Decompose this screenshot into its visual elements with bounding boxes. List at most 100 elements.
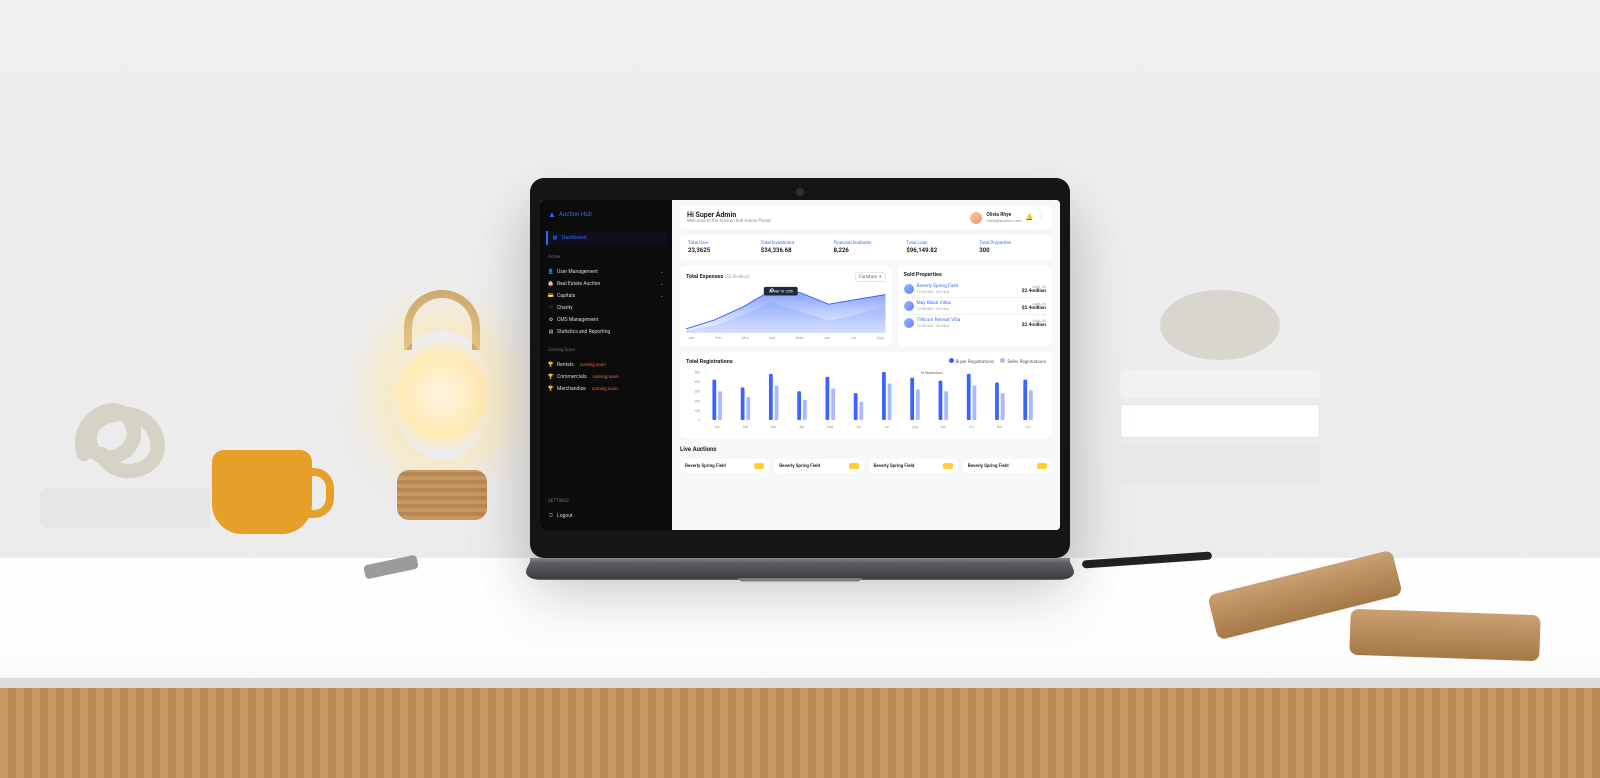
sidebar-item-real-estate-auction[interactable]: 🏠Real Estate Auction⌄ bbox=[546, 278, 666, 290]
expenses-chart: 08 Mar'16 1250 bbox=[686, 285, 886, 335]
bell-icon[interactable]: 🔔 bbox=[1026, 214, 1033, 221]
property-thumb bbox=[904, 301, 914, 311]
stat-total-properties: Total Properties300 bbox=[979, 241, 1044, 254]
user-icon: 👤 bbox=[548, 269, 554, 275]
coming-soon-tag: coming soon bbox=[592, 387, 618, 392]
heart-icon: ♡ bbox=[548, 305, 554, 311]
sidebar-item-label: User Management bbox=[557, 269, 598, 275]
sidebar-item-cms-management[interactable]: ⚙CMS Management bbox=[546, 314, 666, 326]
stat-label: Total Properties bbox=[979, 241, 1044, 246]
sidebar-item-label: Statistics and Reporting bbox=[557, 329, 610, 335]
chevron-down-icon: ⌄ bbox=[660, 269, 664, 275]
paper-tube bbox=[1349, 609, 1540, 662]
sidebar-item-label: Dashboard bbox=[562, 235, 586, 241]
stat-label: Total Loan bbox=[906, 241, 971, 246]
sidebar-item-label: Logout bbox=[557, 513, 573, 519]
property-meta: 12:00 AM • 20 mins bbox=[917, 323, 961, 328]
coming-soon-tag: coming soon bbox=[593, 375, 619, 380]
sold-property-row[interactable]: Beverly Spring Field12:00 AM • 20 minsAp… bbox=[904, 281, 1047, 298]
book-stack bbox=[1120, 370, 1320, 484]
sidebar-item-merchandise[interactable]: 🏆Merchandisecoming soon bbox=[546, 383, 666, 395]
auction-name: Beverly Spring Field bbox=[685, 464, 726, 469]
live-auction-card[interactable]: Beverly Spring Field bbox=[774, 459, 863, 473]
sidebar-section-coming: Coming Soon bbox=[546, 348, 666, 353]
live-auction-card[interactable]: Beverly Spring Field bbox=[963, 459, 1052, 473]
property-thumb bbox=[904, 284, 914, 294]
sold-property-row[interactable]: Tillicum Retreat Villa12:00 AM • 20 mins… bbox=[904, 315, 1047, 331]
grid-icon: ▦ bbox=[552, 235, 558, 241]
more-icon[interactable]: ⋮ bbox=[1037, 216, 1045, 220]
wallet-icon: 💳 bbox=[548, 293, 554, 299]
registrations-legend: Buyer Registrations Seller Registrations bbox=[949, 358, 1047, 365]
auction-name: Beverly Spring Field bbox=[874, 464, 915, 469]
brand-logo[interactable]: ▲ Auction Hub bbox=[546, 208, 666, 225]
sidebar-item-label: Capitals bbox=[557, 293, 575, 299]
sidebar-item-dashboard[interactable]: ▦ Dashboard bbox=[546, 231, 666, 245]
svg-text:100: 100 bbox=[695, 409, 701, 413]
trophy-icon: 🏆 bbox=[548, 374, 554, 380]
sidebar-item-statistics-and-reporting[interactable]: ▤Statistics and Reporting bbox=[546, 326, 666, 338]
property-thumb bbox=[904, 318, 914, 328]
main-content: Hi Super Admin Welcome to the Auction hu… bbox=[672, 200, 1060, 530]
sidebar-item-logout[interactable]: ⎋Logout bbox=[546, 510, 666, 522]
sidebar-item-label: Commercials bbox=[557, 374, 587, 380]
stat-value: 8,226 bbox=[834, 247, 899, 254]
user-email: olivia@auction.com bbox=[986, 218, 1021, 223]
brand-name: Auction Hub bbox=[559, 211, 592, 218]
chevron-down-icon: ▾ bbox=[879, 274, 882, 280]
dashboard-screen: ▲ Auction Hub ▦ Dashboard Active 👤User M… bbox=[540, 200, 1060, 530]
card-subtitle: ($2.4million) bbox=[725, 275, 750, 280]
sidebar-item-charity[interactable]: ♡Charity bbox=[546, 302, 666, 314]
laptop: ▲ Auction Hub ▦ Dashboard Active 👤User M… bbox=[530, 178, 1070, 592]
svg-text:200: 200 bbox=[695, 399, 701, 403]
sidebar-item-capitals[interactable]: 💳Capitals⌄ bbox=[546, 290, 666, 302]
sidebar-item-rentals[interactable]: 🏆Rentalscoming soon bbox=[546, 359, 666, 371]
svg-text:400: 400 bbox=[695, 380, 701, 384]
svg-text:Nov: Nov bbox=[997, 425, 1003, 429]
svg-text:Aug: Aug bbox=[912, 425, 918, 429]
sidebar-item-user-management[interactable]: 👤User Management ⌄ bbox=[546, 266, 666, 278]
live-auction-card[interactable]: Beverly Spring Field bbox=[869, 459, 958, 473]
sidebar-item-label: CMS Management bbox=[557, 317, 598, 323]
live-badge-icon bbox=[1037, 463, 1047, 469]
svg-text:Jun: Jun bbox=[856, 425, 862, 429]
stat-label: Financial Institutes bbox=[834, 241, 899, 246]
svg-text:Dec: Dec bbox=[1025, 425, 1031, 429]
stat-label: Total User bbox=[688, 241, 753, 246]
svg-text:500: 500 bbox=[695, 370, 701, 374]
sidebar-item-commercials[interactable]: 🏆Commercials coming soon bbox=[546, 371, 666, 383]
stats-row: Total User23,3625Total Investment$34,336… bbox=[680, 235, 1052, 260]
current-user[interactable]: Olivia Rhye olivia@auction.com 🔔 ⋮ bbox=[970, 212, 1045, 224]
bowl bbox=[1160, 290, 1280, 360]
svg-text:Feb: Feb bbox=[743, 425, 748, 429]
webcam-icon bbox=[796, 188, 804, 196]
chart-icon: ▤ bbox=[548, 329, 554, 335]
expenses-filter-dropdown[interactable]: Furniture ▾ bbox=[855, 272, 885, 282]
avatar bbox=[970, 212, 982, 224]
live-auctions-row: Beverly Spring Field Beverly Spring Field… bbox=[680, 459, 1052, 473]
live-auction-card[interactable]: Beverly Spring Field bbox=[680, 459, 769, 473]
property-meta: 12:00 AM • 20 mins bbox=[917, 289, 959, 294]
stat-value: $96,149.82 bbox=[906, 247, 971, 254]
coffee-mug bbox=[212, 450, 312, 534]
svg-text:Apr: Apr bbox=[799, 425, 805, 429]
sidebar-section-settings: SETTINGS bbox=[546, 499, 666, 504]
desk-lamp bbox=[372, 260, 512, 520]
stat-total-loan: Total Loan$96,149.82 bbox=[906, 241, 971, 254]
svg-text:May: May bbox=[827, 425, 834, 429]
sidebar-item-label: Merchandise bbox=[557, 386, 586, 392]
stat-financial-institutes: Financial Institutes8,226 bbox=[834, 241, 899, 254]
page-title: Hi Super Admin bbox=[687, 211, 771, 219]
sold-property-row[interactable]: May Black Villas12:00 AM • 20 minsApril,… bbox=[904, 298, 1047, 315]
property-meta: 12:00 AM • 20 mins bbox=[917, 306, 952, 311]
decor-knot bbox=[60, 370, 180, 490]
svg-text:96 Registrations: 96 Registrations bbox=[921, 371, 943, 375]
property-price: $2.4million bbox=[1022, 289, 1046, 294]
auction-name: Beverly Spring Field bbox=[968, 464, 1009, 469]
card-title: Total Expenses bbox=[686, 274, 723, 280]
svg-text:Mar: Mar bbox=[771, 425, 778, 429]
stone-slab bbox=[40, 488, 210, 528]
property-price: $2.4million bbox=[1022, 323, 1046, 328]
sidebar: ▲ Auction Hub ▦ Dashboard Active 👤User M… bbox=[540, 200, 672, 530]
card-title: Sold Properties bbox=[904, 272, 942, 278]
